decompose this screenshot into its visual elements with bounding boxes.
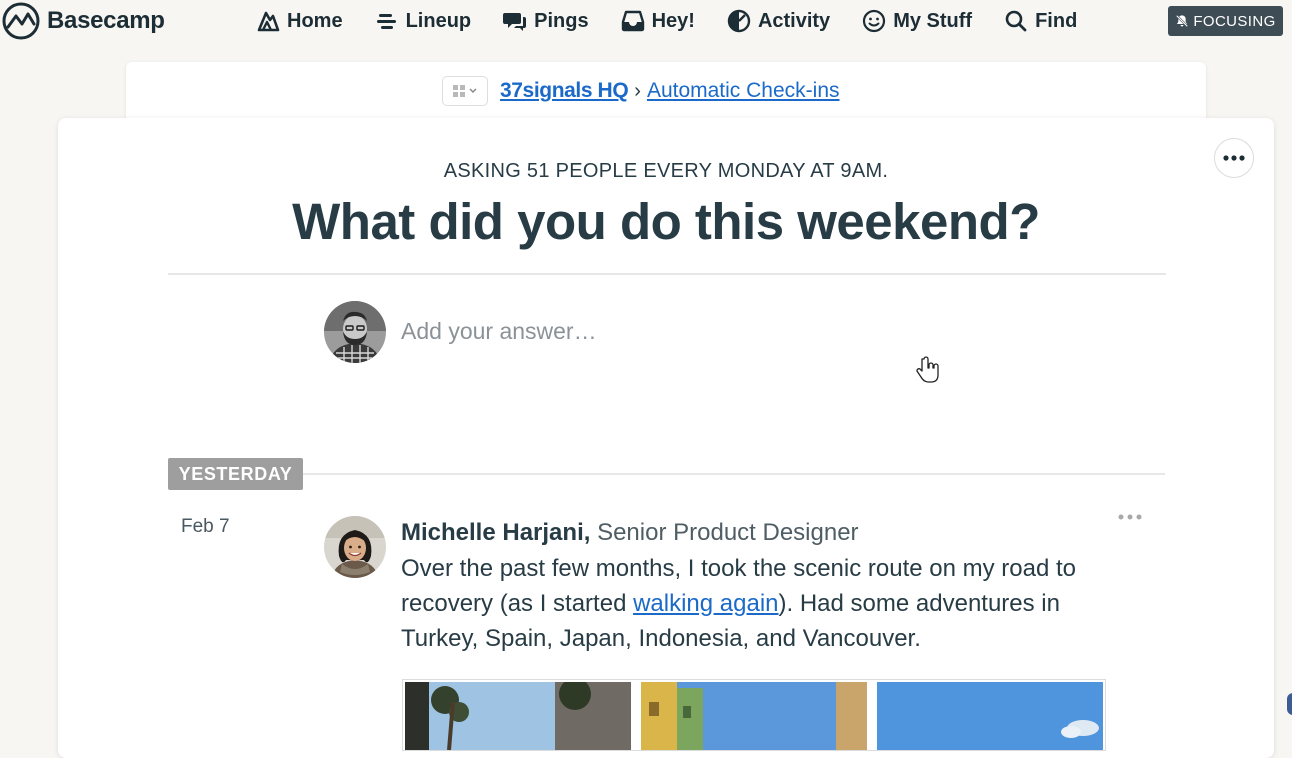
- nav-home[interactable]: Home: [256, 9, 343, 33]
- entry-body: Over the past few months, I took the sce…: [401, 551, 1101, 656]
- basecamp-logo-icon: [2, 2, 40, 40]
- hand-pointer-icon: [916, 356, 939, 383]
- photo-gallery: [402, 679, 1106, 751]
- nav-pings-label: Pings: [534, 9, 589, 32]
- entry-author-name[interactable]: Michelle Harjani,: [401, 519, 590, 546]
- basecamp-logo[interactable]: Basecamp: [2, 2, 165, 40]
- lineup-icon: [376, 14, 396, 29]
- help-widget-button[interactable]: [1287, 693, 1292, 715]
- photo-thumbnail[interactable]: [877, 682, 1103, 750]
- current-user-avatar: [324, 301, 386, 363]
- my-stuff-icon: [863, 9, 886, 33]
- checkin-schedule: ASKING 51 PEOPLE EVERY MONDAY AT 9AM.: [443, 160, 889, 182]
- checkin-question: What did you do this weekend?: [292, 193, 1040, 250]
- nav-find[interactable]: Find: [1004, 9, 1077, 33]
- home-icon: [257, 11, 280, 32]
- breadcrumb-separator: ›: [634, 79, 641, 102]
- breadcrumb-project-link[interactable]: 37signals HQ: [500, 79, 629, 103]
- nav-hey-label: Hey!: [651, 9, 695, 32]
- photo-thumbnail[interactable]: [641, 682, 867, 750]
- activity-icon: [727, 9, 751, 33]
- day-group-badge: YESTERDAY: [168, 458, 303, 490]
- search-icon: [1005, 10, 1027, 32]
- entry-options-button[interactable]: [1117, 511, 1143, 523]
- entry-date: Feb 7: [181, 516, 230, 537]
- ellipsis-icon: [1118, 514, 1142, 520]
- nav-my-stuff-label: My Stuff: [893, 9, 973, 32]
- project-switcher-button[interactable]: [442, 76, 488, 106]
- divider: [303, 473, 1165, 475]
- hey-icon: [621, 10, 644, 32]
- pings-icon: [503, 13, 527, 31]
- nav-lineup[interactable]: Lineup: [375, 9, 472, 33]
- main-nav: Home Lineup Pings Hey! Activity My Stuff…: [256, 4, 1077, 38]
- author-avatar[interactable]: [324, 516, 386, 578]
- breadcrumb: 37signals HQ › Automatic Check-ins: [442, 76, 840, 106]
- breadcrumb-tool-link[interactable]: Automatic Check-ins: [647, 79, 840, 103]
- entry-author-line: Michelle Harjani, Senior Product Designe…: [401, 519, 859, 547]
- app-name: Basecamp: [47, 7, 165, 34]
- divider: [168, 273, 1166, 275]
- nav-activity-label: Activity: [757, 9, 831, 32]
- nav-my-stuff[interactable]: My Stuff: [862, 9, 972, 33]
- nav-home-label: Home: [287, 9, 343, 32]
- answer-input[interactable]: [401, 315, 1001, 347]
- nav-activity[interactable]: Activity: [727, 9, 830, 33]
- top-navigation: Basecamp Home Lineup Pings Hey! Activity…: [0, 0, 1292, 42]
- focusing-button[interactable]: FOCUSING: [1168, 6, 1283, 36]
- entry-author-role: Senior Product Designer: [597, 519, 859, 546]
- focusing-label: FOCUSING: [1193, 12, 1276, 30]
- nav-pings[interactable]: Pings: [503, 9, 589, 33]
- walking-again-link[interactable]: walking again: [633, 590, 778, 617]
- nav-lineup-label: Lineup: [405, 9, 472, 32]
- nav-find-label: Find: [1035, 9, 1078, 32]
- nav-hey[interactable]: Hey!: [621, 9, 695, 33]
- photo-thumbnail[interactable]: [405, 682, 631, 750]
- bell-off-icon: [1176, 14, 1189, 28]
- grid-icon: [453, 85, 477, 97]
